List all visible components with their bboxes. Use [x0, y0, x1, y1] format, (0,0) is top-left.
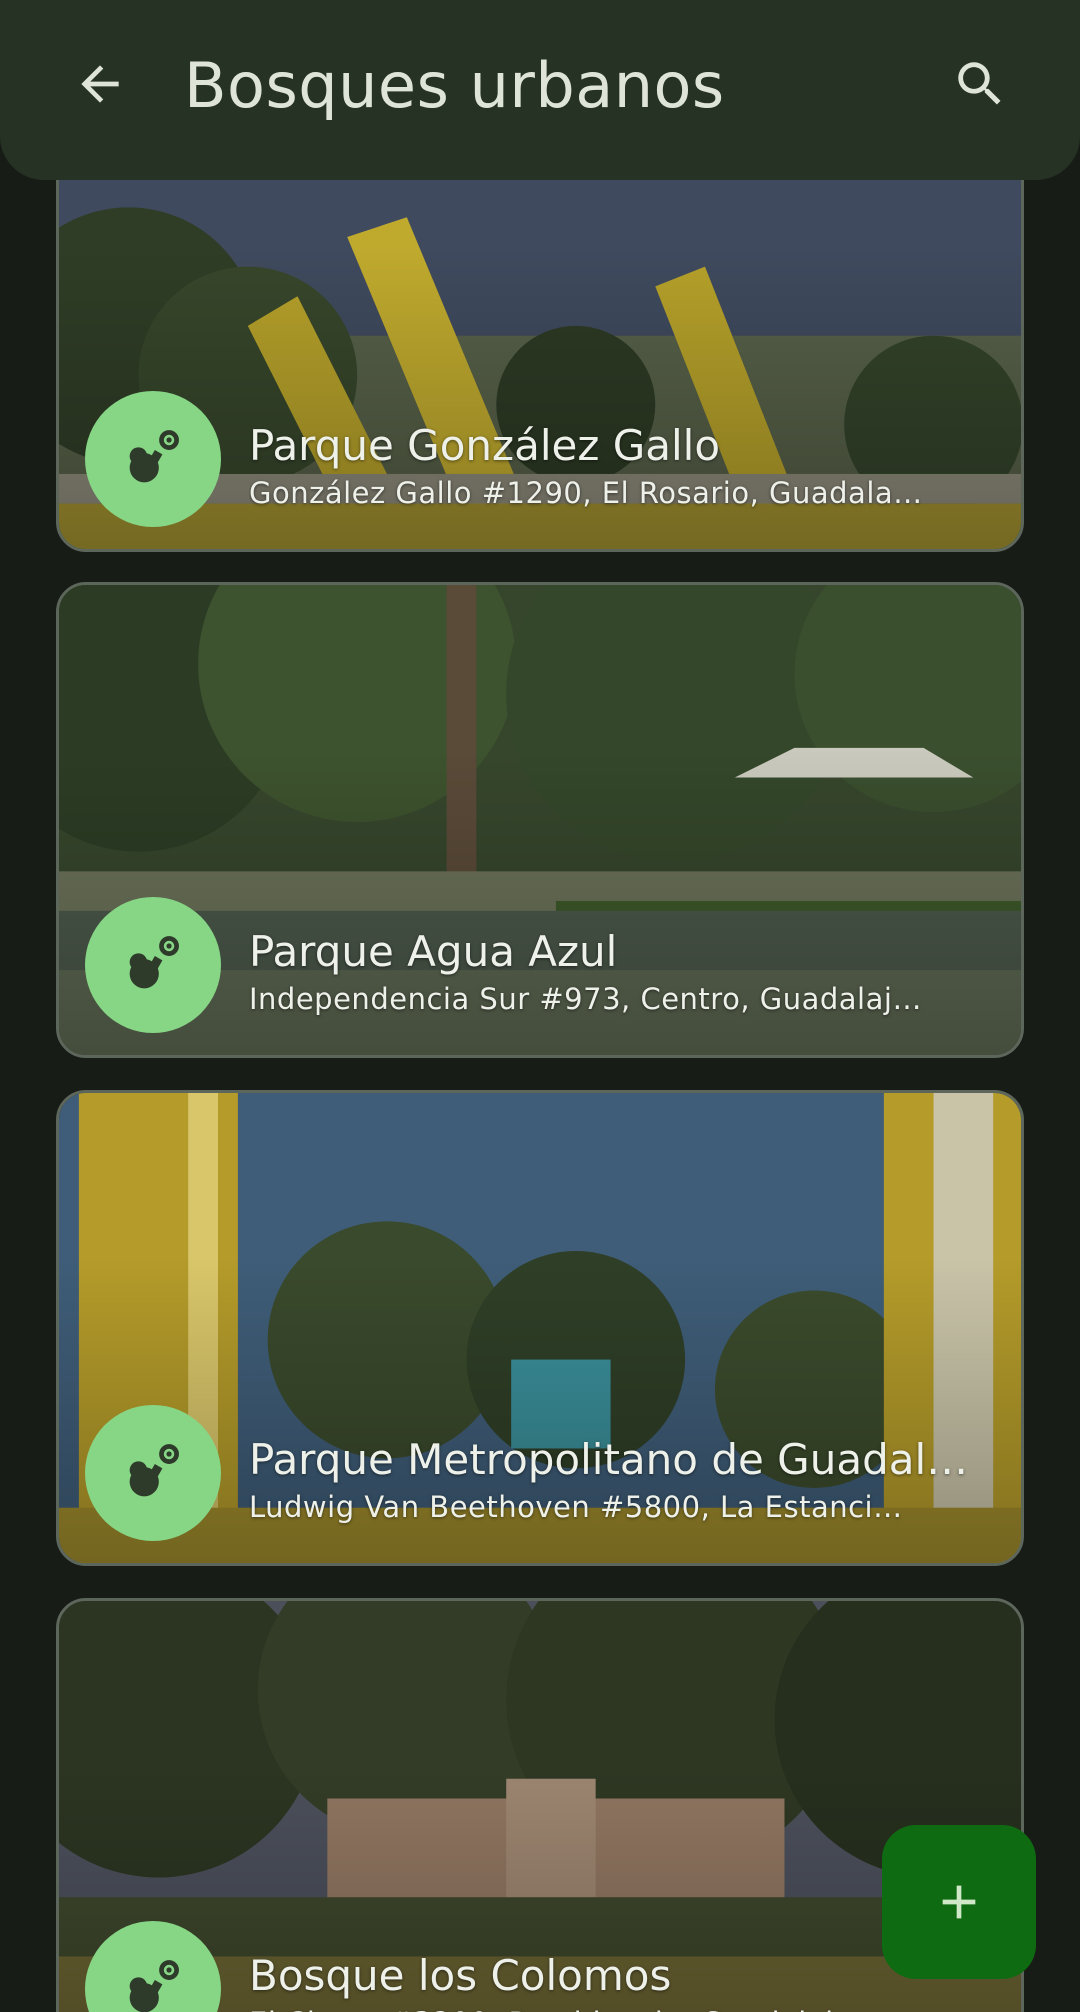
park-avatar: [85, 897, 221, 1033]
park-address: El Chaco #3200, Providencia, Guadalaj…: [249, 2003, 989, 2012]
arrow-back-icon: [81, 65, 119, 103]
park-card[interactable]: Parque Agua Azul Independencia Sur #973,…: [56, 582, 1024, 1058]
card-text: Bosque los Colomos El Chaco #3200, Provi…: [249, 1949, 989, 2012]
park-name: Bosque los Colomos: [249, 1951, 672, 2000]
park-avatar: [85, 391, 221, 527]
screen: Parque González Gallo González Gallo #12…: [0, 0, 1080, 2012]
add-park-button[interactable]: [882, 1825, 1036, 1979]
park-card[interactable]: Parque Metropolitano de Guadal… Ludwig V…: [56, 1090, 1024, 1566]
park-icon: [129, 936, 179, 989]
add-icon: [942, 1885, 976, 1919]
card-text: Parque González Gallo González Gallo #12…: [249, 419, 989, 513]
park-icon: [129, 1960, 179, 2012]
search-button[interactable]: [940, 44, 1020, 124]
card-text: Parque Agua Azul Independencia Sur #973,…: [249, 925, 989, 1019]
park-name: Parque Agua Azul: [249, 927, 618, 976]
search-icon: [958, 62, 1001, 105]
card-text: Parque Metropolitano de Guadal… Ludwig V…: [249, 1433, 989, 1527]
top-app-bar: Bosques urbanos: [0, 0, 1080, 180]
park-card[interactable]: Bosque los Colomos El Chaco #3200, Provi…: [56, 1598, 1024, 2012]
park-name: Parque Metropolitano de Guadal…: [249, 1435, 969, 1484]
back-button[interactable]: [60, 44, 140, 124]
park-avatar: [85, 1405, 221, 1541]
park-name: Parque González Gallo: [249, 421, 721, 470]
page-title: Bosques urbanos: [184, 49, 725, 122]
park-icon: [129, 1444, 179, 1497]
park-icon: [129, 430, 179, 483]
park-address: Independencia Sur #973, Centro, Guadalaj…: [249, 982, 922, 1016]
park-address: Ludwig Van Beethoven #5800, La Estanci…: [249, 1490, 903, 1524]
park-address: González Gallo #1290, El Rosario, Guadal…: [249, 476, 923, 510]
